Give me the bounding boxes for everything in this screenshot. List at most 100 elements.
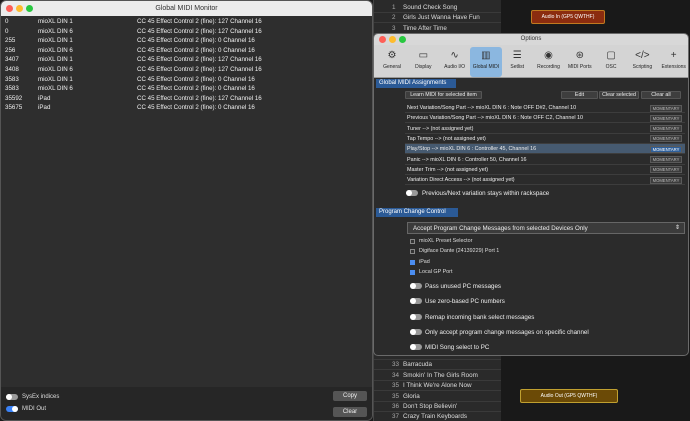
- momentary-button[interactable]: MOMENTARY: [650, 125, 682, 133]
- tab-recording[interactable]: ◉ Recording: [533, 47, 565, 77]
- monitor-row[interactable]: 0 mioXL DIN 6 CC 45 Effect Control 2 (fine…: [1, 27, 372, 37]
- device-item[interactable]: Digiface Dante (24139229) Port 1: [410, 247, 499, 256]
- timestamp-cell: 255: [5, 37, 16, 45]
- monitor-row[interactable]: 3583 mioXL DIN 1 CC 45 Effect Control 2 (f…: [1, 75, 372, 85]
- momentary-button[interactable]: MOMENTARY: [650, 156, 682, 163]
- assignment-row[interactable]: Next Variation/Song Part --> mioXL DIN 6…: [405, 103, 685, 113]
- device-checkbox[interactable]: [410, 259, 415, 265]
- close-icon[interactable]: [6, 5, 13, 12]
- assignment-row[interactable]: Previous Variation/Song Part --> mioXL D…: [405, 113, 685, 124]
- song-row[interactable]: 34 Smokin' In The Girls Room: [374, 371, 502, 381]
- audio-in-block[interactable]: Audio In (GP5 QWTHF): [531, 10, 605, 24]
- assignment-row[interactable]: Panic --> mioXL DIN 6 : Controller 50, C…: [405, 155, 685, 165]
- tab-extensions[interactable]: + Extensions: [658, 47, 688, 77]
- assignment-row[interactable]: Master Trim --> (not assigned yet) MOMENT…: [405, 165, 685, 175]
- assignment-row[interactable]: Variation Direct Access --> (not assigne…: [405, 175, 685, 186]
- device-cell: mioXL DIN 1: [38, 37, 73, 45]
- tab-osc[interactable]: ▢ OSC: [595, 47, 627, 77]
- monitor-row[interactable]: 255 mioXL DIN 1 CC 45 Effect Control 2 (fi…: [1, 36, 372, 46]
- midi-out-toggle[interactable]: [6, 406, 18, 412]
- momentary-button[interactable]: MOMENTARY: [650, 114, 682, 122]
- pc-option-toggle[interactable]: [410, 328, 422, 335]
- song-title: Sound Check Song: [403, 4, 458, 11]
- pc-option-toggle[interactable]: [410, 298, 422, 305]
- tab-label: Setlist: [510, 64, 524, 70]
- song-row[interactable]: 36 Don't Stop Believin': [374, 402, 502, 412]
- song-row[interactable]: 2 Girls Just Wanna Have Fun: [374, 13, 502, 24]
- tab-midi-ports[interactable]: ⊛ MIDI Ports: [564, 47, 596, 77]
- monitor-row[interactable]: 3408 mioXL DIN 6 CC 45 Effect Control 2 (f…: [1, 65, 372, 75]
- tab-scripting[interactable]: </> Scripting: [626, 47, 658, 77]
- options-dialog: Options ⚙ General ▭ Display ∿ Audio I/O ▥ Globa…: [373, 33, 689, 356]
- device-item[interactable]: mioXL Preset Selector: [410, 237, 472, 246]
- pc-option-toggle[interactable]: [410, 313, 422, 320]
- device-name: Local GP Port: [419, 268, 453, 275]
- sysex-indices-toggle[interactable]: [6, 394, 18, 400]
- monitor-row[interactable]: 256 mioXL DIN 6 CC 45 Effect Control 2 (fi…: [1, 46, 372, 56]
- midi-event-list[interactable]: 0 mioXL DIN 1 CC 45 Effect Control 2 (fine…: [1, 17, 372, 113]
- tab-label: General: [383, 64, 401, 70]
- song-row[interactable]: 33 Barracuda: [374, 360, 502, 371]
- pc-option-toggle[interactable]: [410, 283, 422, 289]
- device-checkbox[interactable]: [410, 269, 415, 275]
- device-checkbox[interactable]: [410, 249, 415, 255]
- prev-next-variation-toggle[interactable]: [406, 190, 418, 196]
- device-item[interactable]: iPad: [410, 258, 430, 267]
- assignment-label: Tap Tempo --> (not assigned yet): [407, 135, 486, 142]
- assignment-row[interactable]: Play/Stop --> mioXL DIN 6 : Controller 4…: [405, 144, 685, 155]
- monitor-row[interactable]: 3407 mioXL DIN 1 CC 45 Effect Control 2 (f…: [1, 55, 372, 65]
- tab-global-midi[interactable]: ▥ Global MIDI: [469, 47, 502, 77]
- song-title: Girls Just Wanna Have Fun: [403, 14, 480, 22]
- song-title: Gloria: [403, 392, 420, 400]
- message-cell: CC 45 Effect Control 2 (fine): 127 Chann…: [137, 18, 262, 25]
- monitor-footer: SysEx indices MIDI Out Copy Clear: [1, 387, 372, 420]
- song-row[interactable]: 37 Crazy Train Keyboards: [374, 412, 502, 421]
- tab-display[interactable]: ▭ Display: [407, 47, 439, 77]
- message-cell: CC 45 Effect Control 2 (fine): 0 Channel…: [137, 37, 255, 45]
- momentary-button[interactable]: MOMENTARY: [650, 135, 682, 143]
- pc-option-label: Only accept program change messages on s…: [425, 328, 589, 336]
- zoom-icon[interactable]: [26, 5, 33, 12]
- momentary-button[interactable]: MOMENTARY: [650, 145, 682, 153]
- general-icon: ⚙: [387, 50, 397, 61]
- clear-button[interactable]: Clear: [333, 407, 367, 417]
- options-window-controls: [379, 36, 406, 43]
- momentary-button[interactable]: MOMENTARY: [650, 176, 682, 184]
- monitor-row[interactable]: 35592 iPad CC 45 Effect Control 2 (fine): …: [1, 94, 372, 104]
- song-row[interactable]: 1 Sound Check Song: [374, 3, 502, 13]
- copy-button[interactable]: Copy: [333, 391, 367, 401]
- song-row[interactable]: 35 I Think We're Alone Now: [374, 381, 502, 392]
- clear-all-button[interactable]: Clear all: [641, 91, 681, 99]
- minimize-icon[interactable]: [16, 5, 23, 12]
- display-icon: ▭: [418, 50, 429, 61]
- song-row[interactable]: 35 Gloria: [374, 392, 502, 402]
- options-zoom-icon[interactable]: [399, 36, 406, 43]
- options-minimize-icon[interactable]: [389, 36, 396, 43]
- momentary-button[interactable]: MOMENTARY: [650, 166, 682, 174]
- device-item[interactable]: Local GP Port: [410, 268, 452, 277]
- monitor-row[interactable]: 3583 mioXL DIN 6 CC 45 Effect Control 2 (f…: [1, 84, 372, 94]
- pc-mode-dropdown[interactable]: Accept Program Change Messages from sele…: [407, 222, 685, 234]
- device-checkbox[interactable]: [410, 239, 415, 244]
- timestamp-cell: 3583: [5, 85, 19, 93]
- monitor-row[interactable]: 35675 iPad CC 45 Effect Control 2 (fine): …: [1, 103, 372, 113]
- assignment-row[interactable]: Tuner --> (not assigned yet) MOMENTARY: [405, 124, 685, 134]
- device-cell: mioXL DIN 6: [38, 65, 73, 73]
- tab-general[interactable]: ⚙ General: [376, 47, 408, 77]
- tab-setlist[interactable]: ☰ Setlist: [501, 47, 533, 77]
- learn-midi-button[interactable]: Learn MIDI for selected item: [405, 91, 482, 99]
- song-title: Smokin' In The Girls Room: [403, 371, 478, 379]
- edit-button[interactable]: Edit: [561, 91, 598, 99]
- extensions-icon: +: [670, 50, 677, 61]
- pc-option-toggle[interactable]: [410, 344, 422, 351]
- timestamp-cell: 3408: [5, 65, 19, 73]
- options-close-icon[interactable]: [379, 36, 386, 43]
- monitor-row[interactable]: 0 mioXL DIN 1 CC 45 Effect Control 2 (fine…: [1, 17, 372, 27]
- song-title: Don't Stop Believin': [403, 403, 458, 410]
- audio-out-block[interactable]: Audio Out (GP5 QWTHF): [520, 389, 618, 403]
- assignment-row[interactable]: Tap Tempo --> (not assigned yet) MOMENTAR…: [405, 134, 685, 144]
- momentary-button[interactable]: MOMENTARY: [650, 104, 682, 112]
- clear-selected-button[interactable]: Clear selected: [599, 91, 639, 99]
- tab-audio-i-o[interactable]: ∿ Audio I/O: [439, 47, 471, 77]
- tab-label: Display: [415, 64, 432, 70]
